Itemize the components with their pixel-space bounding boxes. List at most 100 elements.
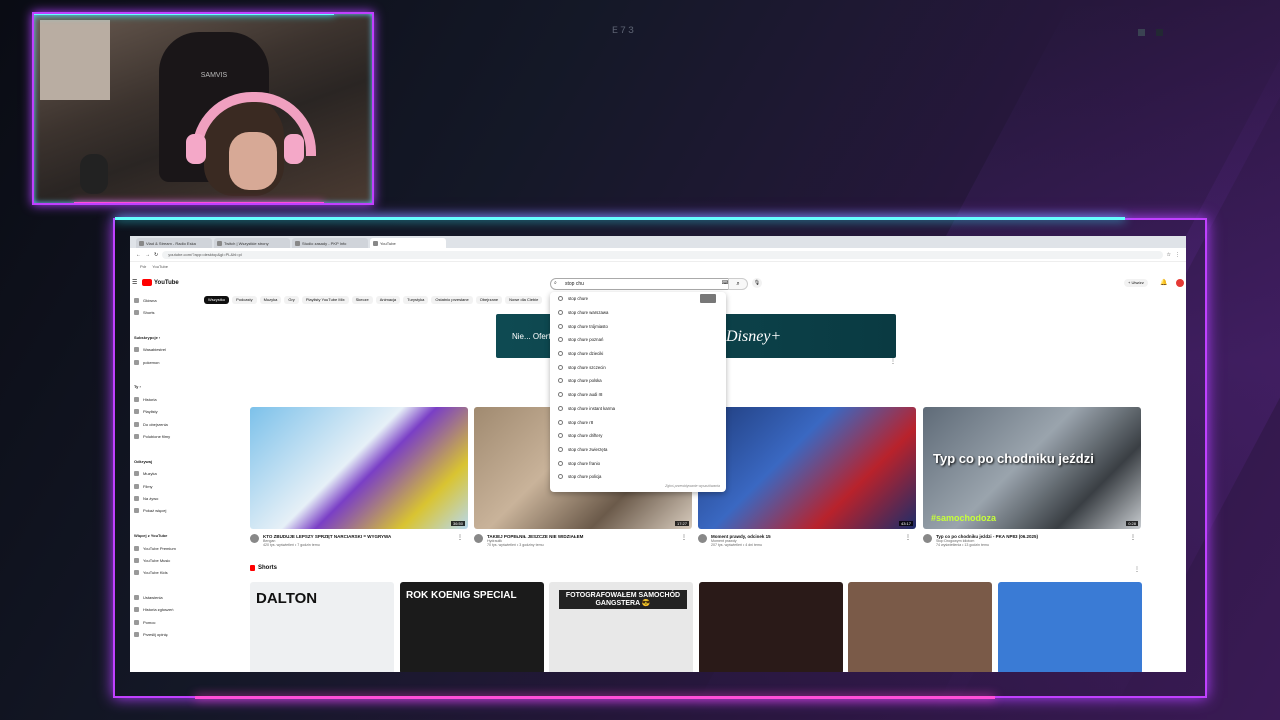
mic-icon[interactable]: 🎙	[752, 278, 762, 288]
bookmark-item[interactable]: Pdr	[140, 264, 146, 269]
suggestion-item[interactable]: stop chure policja	[550, 470, 726, 484]
short-card[interactable]: DALTON	[250, 582, 394, 672]
sidebar-item[interactable]: Główna	[130, 294, 194, 306]
youtube-logo[interactable]: YouTube	[142, 279, 179, 286]
sidebar-item[interactable]: Ty ›	[130, 381, 194, 393]
sidebar-item-icon	[134, 483, 139, 489]
channel-avatar[interactable]	[250, 534, 259, 543]
suggestion-text: stop chure poznań	[568, 337, 604, 343]
sidebar-item[interactable]: Do obejrzenia	[130, 418, 194, 430]
suggestion-item[interactable]: stop chure polska	[550, 374, 726, 388]
sidebar-item[interactable]: YouTube Premium	[130, 542, 194, 554]
sidebar-item[interactable]: pokemon	[130, 356, 194, 368]
short-caption: DALTON	[256, 590, 318, 607]
sidebar-item-label: YouTube Kids	[143, 570, 168, 576]
youtube-header: ☰ YouTube ⌕ stop chu ⌨ ✕ ⌕ 🎙 + Utwórz 🔔	[130, 276, 1186, 292]
search-button[interactable]: ⌕	[728, 278, 748, 290]
search-input[interactable]: ⌕ stop chu ⌨ ✕	[550, 278, 742, 290]
sidebar-item[interactable]: Prześlij opinię	[130, 629, 194, 641]
sidebar-item[interactable]: Subskrypcje ›	[130, 331, 194, 343]
sidebar-item[interactable]: YouTube Music	[130, 554, 194, 566]
reload-icon[interactable]: ↻	[154, 252, 158, 258]
video-card[interactable]: 43:17 Moment prawdy, odcinek 15 Moment pra…	[698, 407, 916, 547]
menu-icon[interactable]: ⋮	[1175, 252, 1180, 258]
sidebar-item[interactable]: YouTube Kids	[130, 567, 194, 579]
sidebar-item[interactable]: Więcej z YouTube	[130, 529, 194, 541]
hamburger-icon[interactable]: ☰	[132, 279, 137, 286]
sidebar-item-icon	[134, 632, 139, 638]
filter-chip[interactable]: Playlisty YouTube Mix	[301, 296, 349, 304]
short-card[interactable]: ROK KOENIG SPECIAL	[400, 582, 544, 672]
short-card[interactable]	[848, 582, 992, 672]
sidebar-item[interactable]: Odkrywaj	[130, 455, 194, 467]
report-suggestion-link[interactable]: Zgłoś przewidywanie wyszukiwania	[665, 484, 720, 488]
address-bar[interactable]: youtube.com/?app=desktop&gl=PL&hl=pl	[162, 250, 1163, 259]
suggestion-item[interactable]: stop chure driftery	[550, 429, 726, 443]
sidebar-item[interactable]: Filmy	[130, 480, 194, 492]
filter-chip[interactable]: Skecze	[351, 296, 373, 304]
sidebar-item[interactable]: Na żywo	[130, 492, 194, 504]
video-thumbnail[interactable]: 36:50	[250, 407, 468, 529]
ad-menu-icon[interactable]: ⋮	[890, 358, 896, 365]
sidebar-item[interactable]: Shorts	[130, 306, 194, 318]
suggestion-item[interactable]: stop chure poznań	[550, 333, 726, 347]
browser-tab[interactable]: Vlad & Stream - Radio Eska	[136, 238, 212, 248]
video-thumbnail[interactable]: Typ co po chodniku jeździ #samochodoza 0:2…	[923, 407, 1141, 529]
suggestion-item[interactable]: stop chure instant karma	[550, 402, 726, 416]
suggestion-item[interactable]: stop chure zwierzęta	[550, 443, 726, 457]
suggestion-item[interactable]: stop chure warszawa	[550, 306, 726, 320]
video-menu-icon[interactable]: ⋮	[457, 534, 463, 547]
forward-icon[interactable]: →	[145, 252, 150, 258]
suggestion-item[interactable]: stop chure franio	[550, 456, 726, 470]
video-card[interactable]: 36:50 KTO ZBUDUJE LEPSZY SPRZĘT NARCIARSK…	[250, 407, 468, 547]
sidebar-item	[130, 319, 194, 331]
sidebar-item[interactable]: Pomoc	[130, 616, 194, 628]
tab-label: Vlad & Stream - Radio Eska	[146, 240, 196, 246]
sidebar-item[interactable]: Polubione filmy	[130, 430, 194, 442]
sidebar-item[interactable]: Wasabiestrel	[130, 344, 194, 356]
video-menu-icon[interactable]: ⋮	[1130, 534, 1136, 547]
sidebar-item[interactable]: Muzyka	[130, 467, 194, 479]
sidebar-item[interactable]: Ustawienia	[130, 591, 194, 603]
video-card[interactable]: Typ co po chodniku jeździ #samochodoza 0:2…	[923, 407, 1141, 547]
sidebar-item[interactable]: Playlisty	[130, 406, 194, 418]
notifications-icon[interactable]: 🔔	[1160, 279, 1167, 286]
back-icon[interactable]: ←	[136, 252, 141, 258]
channel-avatar[interactable]	[474, 534, 483, 543]
video-meta: KTO ZBUDUJE LEPSZY SPRZĘT NARCIARSKI = W…	[250, 534, 468, 547]
suggestion-item[interactable]: stop chure szczecin	[550, 360, 726, 374]
sidebar-item[interactable]: Historia	[130, 393, 194, 405]
bookmark-item[interactable]: YouTube	[152, 264, 168, 269]
short-card[interactable]	[998, 582, 1142, 672]
video-menu-icon[interactable]: ⋮	[905, 534, 911, 547]
star-icon[interactable]: ☆	[1167, 252, 1171, 258]
short-card[interactable]	[699, 582, 843, 672]
filter-chip[interactable]: Wszystko	[204, 296, 230, 304]
filter-chip[interactable]: Gry	[284, 296, 299, 304]
browser-tab[interactable]: Twitch | Wszystkie strony	[214, 238, 290, 248]
filter-chip[interactable]: Animacja	[375, 296, 401, 304]
browser-tab[interactable]: Studio zasady - PKP Info	[292, 238, 368, 248]
browser-tab[interactable]: YouTube	[370, 238, 446, 248]
suggestion-text: stop chure warszawa	[568, 310, 609, 316]
video-menu-icon[interactable]: ⋮	[681, 534, 687, 547]
channel-avatar[interactable]	[923, 534, 932, 543]
filter-chip[interactable]: Turystyka	[403, 296, 429, 304]
avatar[interactable]	[1176, 279, 1184, 287]
filter-chip[interactable]: Muzyka	[259, 296, 282, 304]
sidebar-item[interactable]: Historia zgłoszeń	[130, 604, 194, 616]
filter-chip[interactable]: Ostatnio przesłane	[431, 296, 473, 304]
suggestion-item[interactable]: stop chure r8	[550, 415, 726, 429]
filter-chip[interactable]: Obejrzane	[475, 296, 503, 304]
shorts-menu-icon[interactable]: ⋮	[1134, 566, 1140, 573]
suggestion-item[interactable]: stop chure dzieciki	[550, 347, 726, 361]
create-button[interactable]: + Utwórz	[1124, 279, 1148, 287]
sidebar-item[interactable]: Pokaż więcej	[130, 505, 194, 517]
short-card[interactable]: FOTOGRAFOWAŁEM SAMOCHÓD GANGSTERA 😎	[549, 582, 693, 672]
channel-avatar[interactable]	[698, 534, 707, 543]
suggestion-item[interactable]: stop chure audi r8	[550, 388, 726, 402]
video-thumbnail[interactable]: 43:17	[698, 407, 916, 529]
suggestion-item[interactable]: stop chure trójmiasto	[550, 319, 726, 333]
filter-chip[interactable]: Podcasty	[232, 296, 257, 304]
filter-chip[interactable]: Nowe dla Ciebie	[505, 296, 543, 304]
